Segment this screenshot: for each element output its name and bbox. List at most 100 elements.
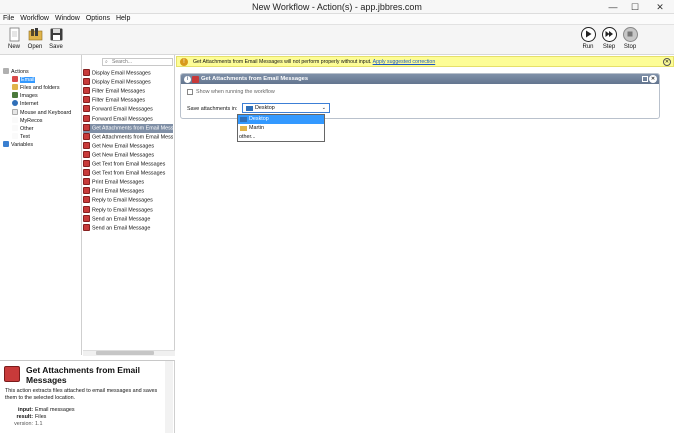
info-icon[interactable]: i <box>184 75 191 83</box>
action-list-item-label: Forward Email Messages <box>92 106 153 113</box>
run-icon <box>580 27 596 42</box>
action-list-item[interactable]: Get New Email Messages <box>83 150 173 160</box>
action-list-item[interactable]: Get Text from Email Messages <box>83 160 173 169</box>
action-list-item[interactable]: Forward Email Messages <box>83 105 173 114</box>
myrecos-icon <box>12 117 18 123</box>
description-title: Get Attachments from Email Messages <box>26 365 140 385</box>
action-list-item[interactable]: Filter Email Messages <box>83 87 173 96</box>
tree-item-other[interactable]: Other <box>12 125 33 133</box>
tree-item-actions[interactable]: Actions <box>3 68 29 76</box>
description-panel: Get Attachments from Email Messages This… <box>0 360 175 433</box>
save-button[interactable]: Save <box>45 27 67 50</box>
action-list-item-label: Forward Email Messages <box>92 116 153 122</box>
description-text: This action extracts files attached to e… <box>5 388 158 401</box>
action-list-item[interactable]: Get Attachments from Email Messages <box>83 123 173 133</box>
scrollbar-thumb[interactable] <box>96 351 154 355</box>
action-list-item[interactable]: Send an Email Message <box>83 223 173 233</box>
email-action-icon <box>83 223 90 231</box>
email-action-icon <box>83 150 90 158</box>
menu-window[interactable]: Window <box>52 14 83 22</box>
action-list-item[interactable]: Filter Email Messages <box>83 96 173 105</box>
save-location-select[interactable]: Desktop ⌄ <box>242 103 330 113</box>
action-card: i Get Attachments from Email Messages ✕ … <box>180 73 660 119</box>
action-list-item[interactable]: Print Email Messages <box>83 187 173 196</box>
show-when-running-checkbox[interactable] <box>187 89 193 95</box>
save-attachments-label: Save attachments in: <box>187 106 238 112</box>
input-value: Email messages <box>35 407 75 413</box>
tree-item-variables[interactable]: Variables <box>3 141 33 149</box>
collapse-icon[interactable] <box>642 76 648 82</box>
globe-icon <box>12 100 18 106</box>
action-list-item[interactable]: Display Email Messages <box>83 78 173 87</box>
apply-correction-link[interactable]: Apply suggested correction <box>373 59 436 65</box>
new-document-icon <box>9 27 19 42</box>
stop-button[interactable]: Stop <box>619 27 641 50</box>
action-list-item[interactable]: Get New Email Messages <box>83 141 173 151</box>
close-window-button[interactable]: ✕ <box>646 0 674 14</box>
action-list-item[interactable]: Forward Email Messages <box>83 114 173 124</box>
run-button[interactable]: Run <box>577 27 599 50</box>
warning-text: Get Attachments from Email Messages will… <box>193 59 436 65</box>
option-martin[interactable]: Martin <box>238 124 324 133</box>
action-list-item-label: Display Email Messages <box>92 79 151 86</box>
toolbar: New Open Save Run Step Stop <box>0 25 674 55</box>
action-list-item-label: Print Email Messages <box>92 188 145 195</box>
step-button[interactable]: Step <box>598 27 620 50</box>
email-action-icon <box>83 69 90 76</box>
action-list-item[interactable]: Send an Email Message <box>83 214 173 224</box>
warning-bar: ! Get Attachments from Email Messages wi… <box>176 56 674 67</box>
other-icon <box>12 125 18 131</box>
menu-bar: File Workflow Window Options Help <box>0 14 674 25</box>
action-list-item[interactable]: Reply to Email Messages <box>83 205 173 215</box>
desktop-icon <box>246 106 253 111</box>
open-button[interactable]: Open <box>24 27 46 50</box>
title-bar: New Workflow - Action(s) - app.jbbres.co… <box>0 0 674 14</box>
email-action-icon <box>83 196 90 204</box>
option-desktop[interactable]: Desktop <box>238 115 324 124</box>
action-list-item[interactable]: Display Email Messages <box>83 69 173 78</box>
new-button[interactable]: New <box>3 27 25 50</box>
action-list-item[interactable]: Reply to Email Messages <box>83 196 173 205</box>
action-list-item-label: Send an Email Message <box>92 216 151 223</box>
result-label: result: <box>16 414 33 420</box>
email-action-icon <box>83 160 90 167</box>
dismiss-warning-icon[interactable]: ✕ <box>663 58 671 66</box>
email-action-icon <box>83 214 90 222</box>
tree-item-myrecos[interactable]: MyRecos <box>12 117 42 125</box>
tree-item-mouse-keyboard[interactable]: Mouse and Keyboard <box>12 109 71 117</box>
email-action-icon <box>83 178 90 186</box>
result-value: Files <box>35 414 47 420</box>
tree-item-images[interactable]: Images <box>12 92 38 100</box>
description-scrollbar[interactable] <box>165 361 173 433</box>
maximize-button[interactable]: ☐ <box>624 0 646 14</box>
minimize-button[interactable]: — <box>602 0 624 14</box>
tree-item-text[interactable]: Text <box>12 133 30 141</box>
option-other[interactable]: other... <box>238 133 324 142</box>
tree-item-internet[interactable]: Internet <box>12 100 38 108</box>
email-action-icon <box>83 96 90 104</box>
tree-item-files-and-folders[interactable]: Files and folders <box>12 84 60 92</box>
tree-item-email[interactable]: Email <box>12 76 36 84</box>
images-icon <box>12 92 18 98</box>
stop-label: Stop <box>623 44 637 50</box>
search-input[interactable] <box>102 58 173 66</box>
action-list-item-label: Print Email Messages <box>92 179 145 186</box>
email-action-icon <box>83 132 90 140</box>
action-list-item[interactable]: Get Text from Email Messages <box>83 169 173 178</box>
action-list-item[interactable]: Print Email Messages <box>83 178 173 187</box>
save-location-dropdown: Desktop Martin other... <box>237 114 325 142</box>
email-action-icon <box>192 75 199 83</box>
action-list-item-label: Filter Email Messages <box>92 97 146 104</box>
remove-action-icon[interactable]: ✕ <box>649 75 657 83</box>
version-label: version: <box>14 421 33 427</box>
menu-options[interactable]: Options <box>83 14 113 22</box>
action-list-item[interactable]: Get Attachments from Email Messages <box>83 132 173 142</box>
open-label: Open <box>27 44 43 50</box>
menu-file[interactable]: File <box>0 14 17 22</box>
menu-help[interactable]: Help <box>113 14 133 22</box>
email-action-icon <box>83 105 90 113</box>
chevron-down-icon: ⌄ <box>321 105 326 111</box>
desktop-icon <box>240 117 247 122</box>
input-label: input: <box>18 407 33 413</box>
menu-workflow[interactable]: Workflow <box>17 14 52 22</box>
